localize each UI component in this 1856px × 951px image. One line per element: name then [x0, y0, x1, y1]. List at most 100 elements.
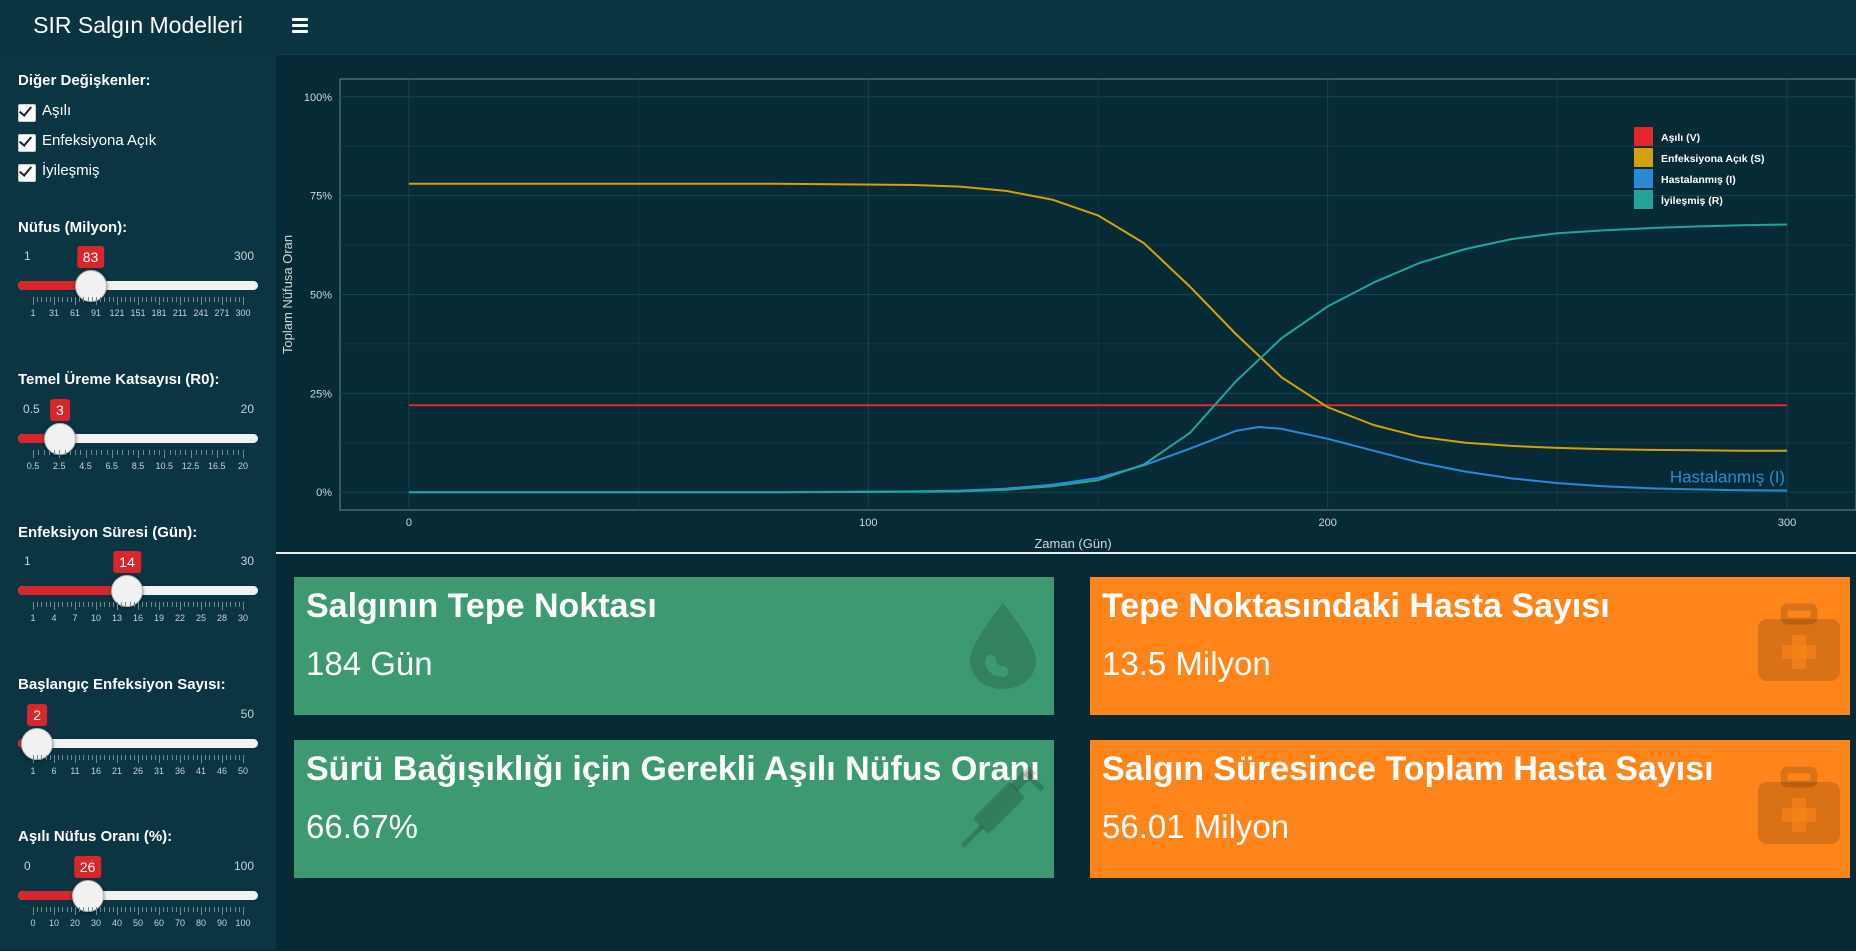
slider-tick	[164, 450, 166, 458]
slider-tick	[167, 297, 169, 302]
slider-tick	[163, 602, 165, 607]
slider-tick	[238, 602, 240, 607]
slider-tick	[217, 755, 219, 760]
slider-tick	[196, 907, 198, 912]
slider-tick	[234, 755, 236, 760]
slider-value-badge: 14	[113, 551, 141, 573]
slider-track[interactable]	[18, 739, 258, 748]
slider-tick	[49, 755, 51, 760]
slider-min-label: 0	[24, 859, 31, 873]
checkbox-checked-icon[interactable]	[18, 164, 36, 182]
slider-tick	[222, 755, 223, 763]
slider-tick	[91, 602, 93, 607]
slider-tick	[100, 297, 102, 302]
checkbox-checked-icon[interactable]	[18, 134, 36, 152]
slider-tick	[196, 602, 198, 607]
slider-tick	[188, 907, 190, 912]
slider-tick	[96, 602, 97, 610]
slider-tick	[143, 450, 145, 455]
slider-tick	[209, 602, 211, 607]
slider-tick	[129, 297, 131, 302]
slider-tick	[243, 602, 244, 610]
slider-tick	[234, 907, 236, 912]
slider-tick	[58, 755, 60, 760]
checkbox-checked-icon[interactable]	[18, 104, 36, 122]
slider-tick	[125, 755, 127, 760]
checkbox-label: Aşılı	[42, 101, 72, 119]
slider-tick	[213, 907, 215, 912]
slider-tick	[201, 602, 202, 610]
slider-tick	[104, 297, 106, 302]
slider-tick	[91, 297, 93, 302]
slider-tick	[121, 755, 123, 760]
slider-tick-label: 31	[153, 766, 165, 776]
slider-tick	[169, 450, 171, 455]
slider-tick-label: 6.5	[105, 461, 119, 471]
slider-infection-duration[interactable]: 1 30 14 1 4 7 10 13 16 19 22 25 28 30	[18, 551, 258, 646]
slider-tick	[209, 907, 211, 912]
legend-label: Enfeksiyona Açık (S)	[1661, 153, 1764, 165]
slider-tick	[196, 297, 198, 302]
slider-tick	[171, 297, 173, 302]
slider-tick	[188, 297, 190, 302]
slider-tick	[192, 755, 194, 760]
slider-tick-label: 1	[30, 308, 36, 318]
slider-tick	[117, 297, 118, 305]
slider-initial-infections[interactable]: 50 2 1 6 11 16 21 26 31 36 41 46 50	[18, 704, 258, 799]
slider-tick	[206, 450, 208, 455]
slider-track[interactable]	[18, 891, 258, 900]
slider-tick	[159, 907, 160, 915]
slider-max-label: 100	[233, 859, 254, 873]
slider-tick	[142, 297, 144, 302]
slider-tick	[101, 450, 103, 455]
slider-tick	[70, 755, 72, 760]
slider-tick	[175, 602, 177, 607]
slider-tick	[129, 602, 131, 607]
legend-swatch	[1634, 127, 1653, 146]
slider-tick-label: 1	[30, 613, 36, 623]
slider-tick-label: 10	[90, 613, 102, 623]
sidebar-toggle-button[interactable]	[292, 13, 310, 37]
slider-tick	[121, 602, 123, 607]
slider-r0[interactable]: 0.5 20 3 0.5 2.5 4.5 6.5 8.5 10.5 12.5 16.5 20	[18, 399, 258, 494]
slider-population[interactable]: 1 300 83 1 31 61 91 121 151 181 211 241 271 300	[18, 246, 258, 341]
slider-tick	[79, 907, 81, 912]
slider-tick	[112, 755, 114, 760]
checkbox-recovered[interactable]: İyileşmiş	[18, 160, 100, 182]
slider-tick	[62, 755, 64, 760]
slider-tick	[226, 602, 228, 607]
slider-tick	[54, 602, 55, 610]
slider-tick	[184, 297, 186, 302]
slider-tick	[112, 297, 114, 302]
slider-tick	[154, 755, 156, 760]
slider-tick	[66, 602, 68, 607]
slider-tick-label: 121	[109, 308, 125, 318]
slider-tick	[108, 907, 110, 912]
slider-tick	[58, 907, 60, 912]
slider-tick-label: 6	[51, 766, 57, 776]
slider-tick	[91, 755, 93, 760]
slider-tick	[117, 907, 118, 915]
slider-tick	[132, 450, 134, 455]
y-axis-label: Toplam Nüfusa Oran	[280, 235, 295, 354]
y-tick-label: 100%	[304, 92, 332, 104]
legend-label: Hastalanmış (I)	[1661, 174, 1736, 186]
checkbox-susceptible[interactable]: Enfeksiyona Açık	[18, 130, 156, 152]
slider-tick	[243, 755, 244, 763]
slider-tick-label: 40	[111, 918, 123, 928]
slider-tick-label: 0.5	[26, 461, 40, 471]
slider-tick	[188, 602, 190, 607]
medkit-icon	[1758, 603, 1840, 681]
slider-tick	[154, 602, 156, 607]
info-box-title: Salgının Tepe Noktası	[306, 587, 657, 625]
checkbox-group-label: Diğer Değişkenler:	[18, 72, 151, 89]
slider-tick	[159, 755, 160, 763]
slider-min-label: 1	[24, 554, 31, 568]
checkbox-vaccinated[interactable]: Aşılı	[18, 100, 72, 122]
x-tick-label: 100	[859, 517, 877, 529]
slider-vaccinated-ratio[interactable]: 0 100 26 0 10 20 30 40 50 60 70 80 90 100	[18, 856, 258, 951]
slider-track[interactable]	[18, 281, 258, 290]
x-tick-label: 200	[1319, 517, 1337, 529]
slider-tick	[48, 450, 50, 455]
slider-tick	[49, 602, 51, 607]
